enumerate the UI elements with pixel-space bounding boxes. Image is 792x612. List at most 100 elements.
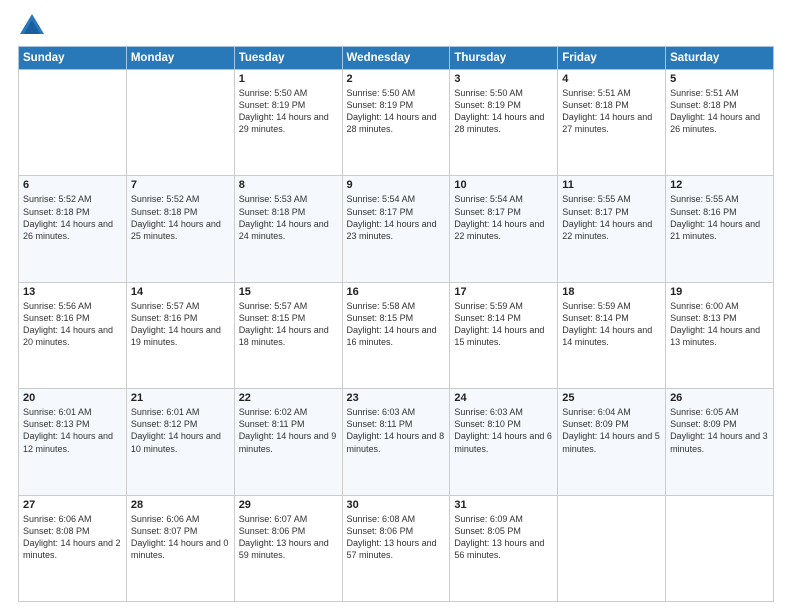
day-number: 10 — [454, 179, 553, 191]
day-number: 11 — [562, 179, 661, 191]
day-number: 16 — [347, 286, 446, 298]
day-number: 30 — [347, 499, 446, 511]
day-info: Sunrise: 6:07 AM Sunset: 8:06 PM Dayligh… — [239, 513, 338, 562]
day-number: 4 — [562, 73, 661, 85]
calendar-cell: 11 Sunrise: 5:55 AM Sunset: 8:17 PM Dayli… — [558, 176, 666, 282]
day-info: Sunrise: 5:57 AM Sunset: 8:16 PM Dayligh… — [131, 300, 230, 349]
day-info: Sunrise: 6:06 AM Sunset: 8:08 PM Dayligh… — [23, 513, 122, 562]
day-number: 13 — [23, 286, 122, 298]
calendar-cell: 14 Sunrise: 5:57 AM Sunset: 8:16 PM Dayli… — [126, 282, 234, 388]
day-info: Sunrise: 5:58 AM Sunset: 8:15 PM Dayligh… — [347, 300, 446, 349]
day-info: Sunrise: 5:51 AM Sunset: 8:18 PM Dayligh… — [670, 87, 769, 136]
day-number: 27 — [23, 499, 122, 511]
day-number: 26 — [670, 392, 769, 404]
day-number: 31 — [454, 499, 553, 511]
calendar-header-saturday: Saturday — [666, 47, 774, 70]
day-number: 20 — [23, 392, 122, 404]
calendar-cell — [558, 495, 666, 601]
page: SundayMondayTuesdayWednesdayThursdayFrid… — [0, 0, 792, 612]
day-number: 18 — [562, 286, 661, 298]
day-number: 25 — [562, 392, 661, 404]
calendar-week-2: 13 Sunrise: 5:56 AM Sunset: 8:16 PM Dayli… — [19, 282, 774, 388]
calendar-cell: 29Sunrise: 6:07 AM Sunset: 8:06 PM Dayli… — [234, 495, 342, 601]
calendar-cell: 25 Sunrise: 6:04 AM Sunset: 8:09 PM Dayli… — [558, 389, 666, 495]
day-info: Sunrise: 6:01 AM Sunset: 8:12 PM Dayligh… — [131, 406, 230, 455]
day-info: Sunrise: 6:02 AM Sunset: 8:11 PM Dayligh… — [239, 406, 338, 455]
day-info: Sunrise: 5:52 AM Sunset: 8:18 PM Dayligh… — [23, 193, 122, 242]
day-info: Sunrise: 5:52 AM Sunset: 8:18 PM Dayligh… — [131, 193, 230, 242]
day-info: Sunrise: 6:08 AM Sunset: 8:06 PM Dayligh… — [347, 513, 446, 562]
day-info: Sunrise: 5:50 AM Sunset: 8:19 PM Dayligh… — [347, 87, 446, 136]
day-info: Sunrise: 5:55 AM Sunset: 8:17 PM Dayligh… — [562, 193, 661, 242]
day-info: Sunrise: 5:56 AM Sunset: 8:16 PM Dayligh… — [23, 300, 122, 349]
day-info: Sunrise: 6:03 AM Sunset: 8:11 PM Dayligh… — [347, 406, 446, 455]
calendar-cell: 17Sunrise: 5:59 AM Sunset: 8:14 PM Dayli… — [450, 282, 558, 388]
day-number: 21 — [131, 392, 230, 404]
calendar-cell: 9 Sunrise: 5:54 AM Sunset: 8:17 PM Daylig… — [342, 176, 450, 282]
calendar-cell: 20 Sunrise: 6:01 AM Sunset: 8:13 PM Dayli… — [19, 389, 127, 495]
calendar-cell: 26 Sunrise: 6:05 AM Sunset: 8:09 PM Dayli… — [666, 389, 774, 495]
calendar-cell: 12Sunrise: 5:55 AM Sunset: 8:16 PM Dayli… — [666, 176, 774, 282]
calendar-cell: 6 Sunrise: 5:52 AM Sunset: 8:18 PM Daylig… — [19, 176, 127, 282]
calendar-cell — [666, 495, 774, 601]
calendar-table: SundayMondayTuesdayWednesdayThursdayFrid… — [18, 46, 774, 602]
day-number: 22 — [239, 392, 338, 404]
calendar-header-tuesday: Tuesday — [234, 47, 342, 70]
day-info: Sunrise: 6:03 AM Sunset: 8:10 PM Dayligh… — [454, 406, 553, 455]
day-info: Sunrise: 6:04 AM Sunset: 8:09 PM Dayligh… — [562, 406, 661, 455]
day-info: Sunrise: 5:57 AM Sunset: 8:15 PM Dayligh… — [239, 300, 338, 349]
calendar-cell — [126, 70, 234, 176]
day-number: 6 — [23, 179, 122, 191]
day-info: Sunrise: 6:05 AM Sunset: 8:09 PM Dayligh… — [670, 406, 769, 455]
day-number: 28 — [131, 499, 230, 511]
calendar-week-3: 20 Sunrise: 6:01 AM Sunset: 8:13 PM Dayli… — [19, 389, 774, 495]
day-number: 7 — [131, 179, 230, 191]
calendar-cell: 30 Sunrise: 6:08 AM Sunset: 8:06 PM Dayli… — [342, 495, 450, 601]
calendar-header-friday: Friday — [558, 47, 666, 70]
day-number: 23 — [347, 392, 446, 404]
calendar-cell: 22 Sunrise: 6:02 AM Sunset: 8:11 PM Dayli… — [234, 389, 342, 495]
calendar-header-row: SundayMondayTuesdayWednesdayThursdayFrid… — [19, 47, 774, 70]
day-number: 14 — [131, 286, 230, 298]
calendar-cell: 27 Sunrise: 6:06 AM Sunset: 8:08 PM Dayli… — [19, 495, 127, 601]
day-number: 5 — [670, 73, 769, 85]
logo-icon — [18, 12, 46, 40]
day-number: 2 — [347, 73, 446, 85]
day-info: Sunrise: 5:54 AM Sunset: 8:17 PM Dayligh… — [347, 193, 446, 242]
day-number: 15 — [239, 286, 338, 298]
calendar-cell: 21 Sunrise: 6:01 AM Sunset: 8:12 PM Dayli… — [126, 389, 234, 495]
day-info: Sunrise: 5:50 AM Sunset: 8:19 PM Dayligh… — [239, 87, 338, 136]
calendar-cell: 8Sunrise: 5:53 AM Sunset: 8:18 PM Daylig… — [234, 176, 342, 282]
calendar-cell: 16 Sunrise: 5:58 AM Sunset: 8:15 PM Dayli… — [342, 282, 450, 388]
day-number: 17 — [454, 286, 553, 298]
calendar-cell: 10 Sunrise: 5:54 AM Sunset: 8:17 PM Dayli… — [450, 176, 558, 282]
day-number: 12 — [670, 179, 769, 191]
day-info: Sunrise: 5:54 AM Sunset: 8:17 PM Dayligh… — [454, 193, 553, 242]
calendar-cell: 7 Sunrise: 5:52 AM Sunset: 8:18 PM Daylig… — [126, 176, 234, 282]
day-info: Sunrise: 6:09 AM Sunset: 8:05 PM Dayligh… — [454, 513, 553, 562]
calendar-cell: 24 Sunrise: 6:03 AM Sunset: 8:10 PM Dayli… — [450, 389, 558, 495]
calendar-cell: 23 Sunrise: 6:03 AM Sunset: 8:11 PM Dayli… — [342, 389, 450, 495]
calendar-cell: 2 Sunrise: 5:50 AM Sunset: 8:19 PM Daylig… — [342, 70, 450, 176]
calendar-cell — [19, 70, 127, 176]
day-number: 1 — [239, 73, 338, 85]
calendar-week-0: 1 Sunrise: 5:50 AM Sunset: 8:19 PM Daylig… — [19, 70, 774, 176]
calendar-header-thursday: Thursday — [450, 47, 558, 70]
day-number: 9 — [347, 179, 446, 191]
day-number: 3 — [454, 73, 553, 85]
day-info: Sunrise: 6:06 AM Sunset: 8:07 PM Dayligh… — [131, 513, 230, 562]
day-number: 19 — [670, 286, 769, 298]
calendar-cell: 15 Sunrise: 5:57 AM Sunset: 8:15 PM Dayli… — [234, 282, 342, 388]
calendar-cell: 31 Sunrise: 6:09 AM Sunset: 8:05 PM Dayli… — [450, 495, 558, 601]
calendar-cell: 3Sunrise: 5:50 AM Sunset: 8:19 PM Daylig… — [450, 70, 558, 176]
day-number: 24 — [454, 392, 553, 404]
calendar-cell: 19 Sunrise: 6:00 AM Sunset: 8:13 PM Dayli… — [666, 282, 774, 388]
calendar-cell: 4Sunrise: 5:51 AM Sunset: 8:18 PM Daylig… — [558, 70, 666, 176]
day-info: Sunrise: 6:00 AM Sunset: 8:13 PM Dayligh… — [670, 300, 769, 349]
calendar-week-1: 6 Sunrise: 5:52 AM Sunset: 8:18 PM Daylig… — [19, 176, 774, 282]
day-info: Sunrise: 6:01 AM Sunset: 8:13 PM Dayligh… — [23, 406, 122, 455]
calendar-cell: 28 Sunrise: 6:06 AM Sunset: 8:07 PM Dayli… — [126, 495, 234, 601]
calendar-week-4: 27 Sunrise: 6:06 AM Sunset: 8:08 PM Dayli… — [19, 495, 774, 601]
calendar-header-monday: Monday — [126, 47, 234, 70]
day-number: 8 — [239, 179, 338, 191]
